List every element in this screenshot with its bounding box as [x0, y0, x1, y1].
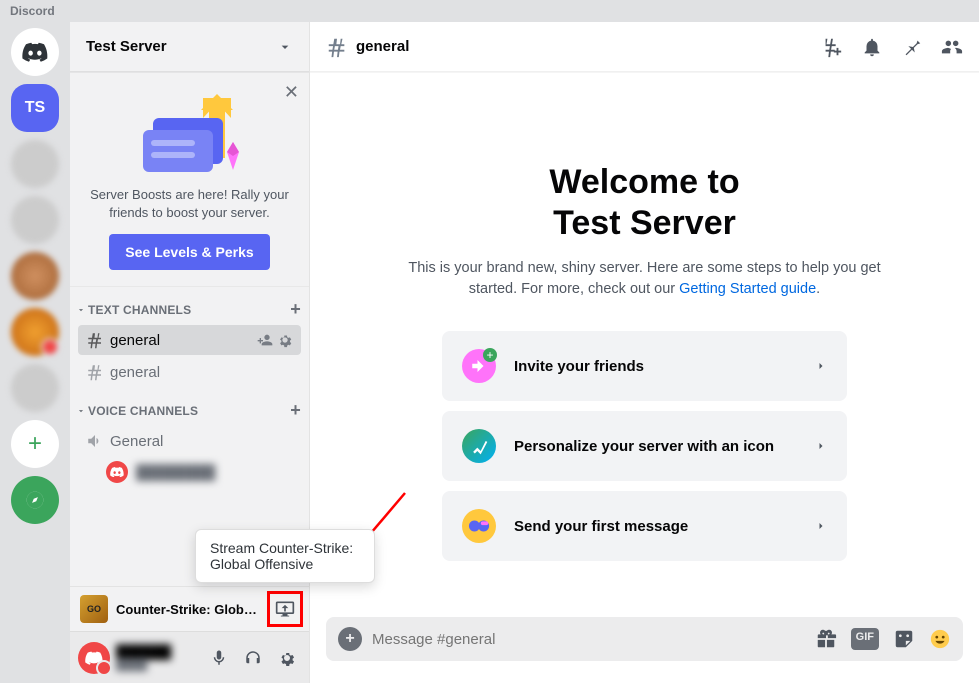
add-server-button[interactable]: + [11, 420, 59, 468]
boost-illustration [86, 88, 293, 178]
threads-icon[interactable] [821, 36, 843, 58]
channel-name: general [110, 332, 160, 349]
chevron-right-icon [815, 440, 827, 452]
boost-cta-button[interactable]: See Levels & Perks [109, 234, 269, 270]
home-button[interactable] [11, 28, 59, 76]
pinned-icon[interactable] [901, 36, 923, 58]
channel-title: general [356, 38, 409, 55]
onboarding-card-invite[interactable]: + Invite your friends [442, 331, 847, 401]
server-header[interactable]: Test Server [70, 22, 309, 72]
server-name: Test Server [86, 38, 167, 55]
explore-button[interactable] [11, 476, 59, 524]
voice-channels-header[interactable]: VOICE CHANNELS + [70, 388, 309, 425]
game-name: Counter-Strike: Global ... [116, 602, 263, 617]
server-icon[interactable] [11, 252, 59, 300]
server-icon[interactable] [11, 364, 59, 412]
deafen-button[interactable] [239, 644, 267, 672]
gif-icon[interactable]: GIF [851, 628, 879, 650]
stream-tooltip: Stream Counter-Strike: Global Offensive [195, 529, 375, 583]
server-rail: TS + [0, 22, 70, 683]
attach-button[interactable]: + [338, 627, 362, 651]
notifications-icon[interactable] [861, 36, 883, 58]
server-icon[interactable] [11, 308, 59, 356]
self-info: ██████████ [116, 644, 199, 671]
close-icon[interactable]: ✕ [284, 82, 299, 103]
chevron-right-icon [815, 520, 827, 532]
discord-logo-icon [22, 42, 48, 62]
main-area: general Welcome toTest Server This is yo… [310, 22, 979, 683]
compass-icon [25, 490, 45, 510]
channel-name: General [110, 433, 163, 450]
voice-username: ████████ [136, 464, 215, 480]
invite-icon[interactable] [257, 332, 273, 348]
user-avatar-icon [106, 461, 128, 483]
activity-panel: GO Counter-Strike: Global ... [70, 586, 309, 631]
message-card-icon [462, 509, 496, 543]
server-icon[interactable] [11, 196, 59, 244]
self-avatar[interactable] [78, 642, 110, 674]
voice-channel[interactable]: General [78, 426, 301, 456]
channel-name: general [110, 364, 160, 381]
text-channel[interactable]: general [78, 325, 301, 355]
boost-text: Server Boosts are here! Rally your frien… [86, 186, 293, 222]
invite-card-icon: + [462, 349, 496, 383]
add-channel-icon[interactable]: + [290, 299, 301, 320]
server-icon[interactable] [11, 140, 59, 188]
message-composer: + GIF [326, 617, 963, 661]
chevron-down-icon [76, 305, 86, 315]
emoji-icon[interactable] [929, 628, 951, 650]
server-icon-selected[interactable]: TS [11, 84, 59, 132]
add-channel-icon[interactable]: + [290, 400, 301, 421]
speaker-icon [86, 432, 104, 450]
titlebar: Discord [0, 0, 979, 22]
welcome-desc: This is your brand new, shiny server. He… [405, 258, 885, 302]
chevron-down-icon [76, 406, 86, 416]
welcome-block: Welcome toTest Server This is your brand… [405, 162, 885, 301]
chevron-down-icon [277, 39, 293, 55]
channel-topbar: general [310, 22, 979, 72]
sticker-icon[interactable] [893, 628, 915, 650]
channel-content: Welcome toTest Server This is your brand… [310, 72, 979, 617]
stream-button[interactable] [271, 595, 299, 623]
message-input[interactable] [372, 631, 805, 648]
boost-promo: ✕ Server Boosts are here! Rally your fri… [70, 72, 309, 287]
text-channels-header[interactable]: TEXT CHANNELS + [70, 287, 309, 324]
text-channel[interactable]: general [78, 357, 301, 387]
hash-icon [86, 331, 104, 349]
user-bar: ██████████ [70, 631, 309, 683]
members-icon[interactable] [941, 36, 963, 58]
personalize-card-icon [462, 429, 496, 463]
settings-button[interactable] [273, 644, 301, 672]
mute-button[interactable] [205, 644, 233, 672]
welcome-title: Welcome toTest Server [405, 162, 885, 244]
hash-icon [326, 36, 348, 58]
gift-icon[interactable] [815, 628, 837, 650]
game-icon: GO [80, 595, 108, 623]
voice-user[interactable]: ████████ [70, 457, 309, 487]
gear-icon[interactable] [277, 332, 293, 348]
screen-share-icon [275, 599, 295, 619]
hash-icon [86, 363, 104, 381]
onboarding-card-icon[interactable]: Personalize your server with an icon [442, 411, 847, 481]
channel-sidebar: Test Server ✕ Server Boosts are here! Ra… [70, 22, 310, 683]
chevron-right-icon [815, 360, 827, 372]
getting-started-link[interactable]: Getting Started guide [679, 281, 816, 297]
onboarding-card-message[interactable]: Send your first message [442, 491, 847, 561]
